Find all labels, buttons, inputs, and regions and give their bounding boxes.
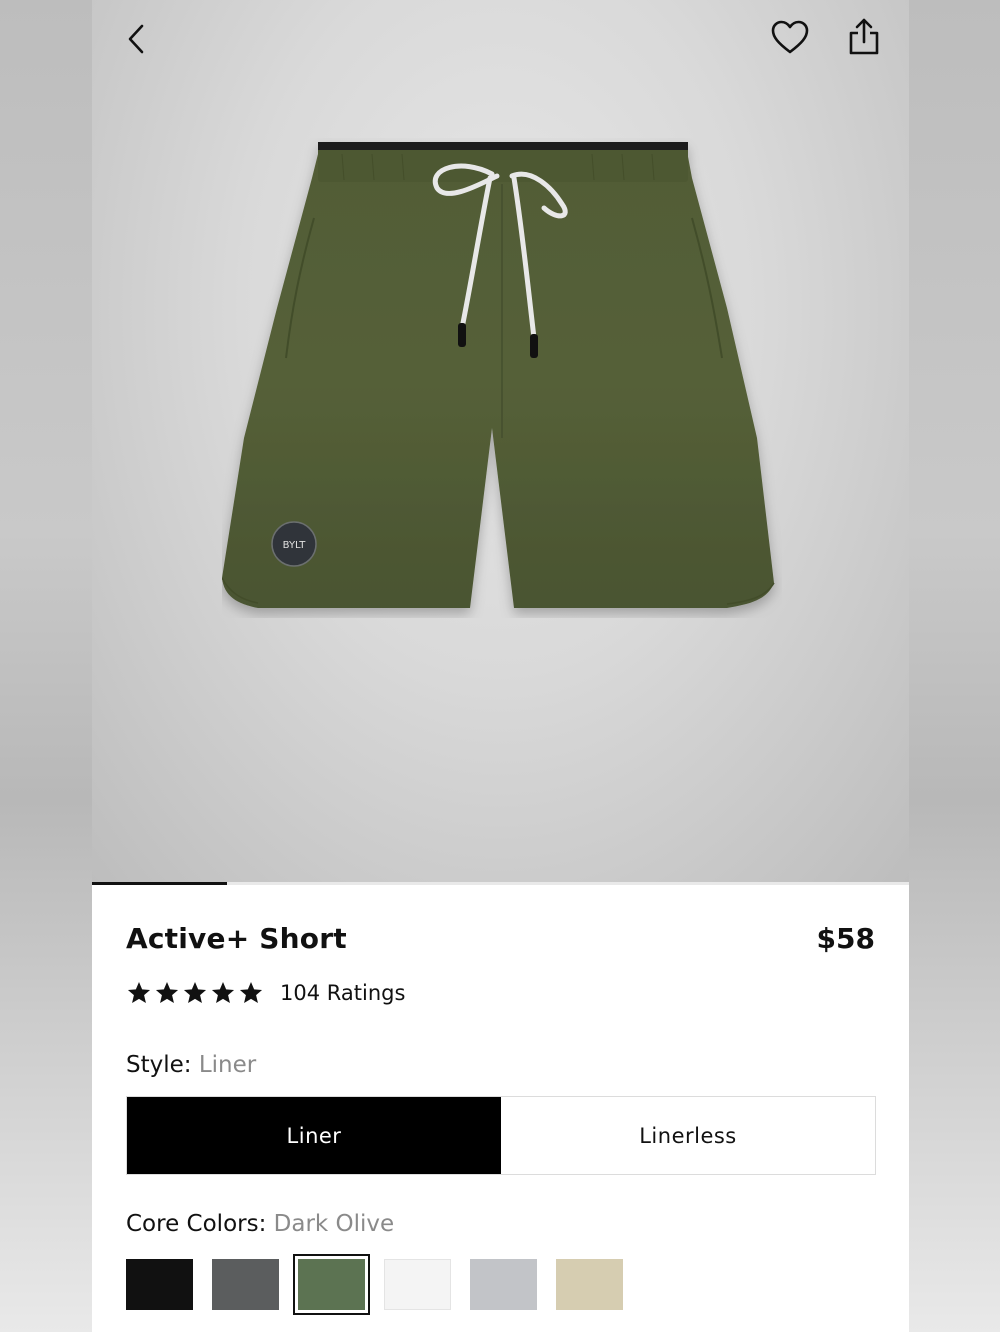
color-label-key: Core Colors: (126, 1211, 267, 1237)
color-swatch-dark-olive[interactable] (293, 1254, 370, 1315)
favorite-button[interactable] (770, 18, 810, 58)
color-label: Core Colors: Dark Olive (126, 1211, 394, 1237)
product-screen: BYLT Active+ Short $58 104 Ratings Style… (92, 0, 909, 1332)
color-selected-value: Dark Olive (273, 1211, 395, 1237)
rating-stars (126, 980, 264, 1006)
star-icon (127, 981, 151, 1003)
product-image-gallery[interactable]: BYLT (92, 0, 909, 882)
product-image: BYLT (222, 142, 775, 608)
style-label: Style: Liner (126, 1052, 256, 1078)
color-swatch-khaki[interactable] (556, 1259, 623, 1310)
share-icon (849, 18, 879, 55)
brand-patch-text: BYLT (283, 540, 307, 551)
star-icon (211, 981, 235, 1003)
star-icon (239, 981, 263, 1003)
style-label-key: Style: (126, 1052, 192, 1078)
heart-icon (771, 20, 809, 54)
rating-count: 104 Ratings (280, 981, 406, 1005)
share-button[interactable] (844, 16, 884, 60)
star-icon (183, 981, 207, 1003)
style-selector: Liner Linerless (126, 1096, 876, 1175)
chevron-left-icon (128, 24, 144, 54)
rating-summary[interactable]: 104 Ratings (126, 980, 405, 1006)
gallery-position-indicator (92, 882, 909, 885)
style-option-liner[interactable]: Liner (127, 1097, 501, 1174)
product-price: $58 (816, 922, 875, 955)
color-swatches (126, 1254, 623, 1315)
product-title: Active+ Short (126, 922, 347, 955)
gallery-position-fill (92, 882, 227, 885)
color-swatch-white[interactable] (384, 1259, 451, 1310)
background-right (909, 0, 1000, 1332)
style-selected-value: Liner (198, 1052, 257, 1078)
star-icon (155, 981, 179, 1003)
back-button[interactable] (120, 20, 156, 60)
style-option-linerless[interactable]: Linerless (501, 1097, 875, 1174)
color-swatch-light-grey[interactable] (470, 1259, 537, 1310)
background-left (0, 0, 92, 1332)
color-swatch-charcoal[interactable] (212, 1259, 279, 1310)
color-swatch-black[interactable] (126, 1259, 193, 1310)
